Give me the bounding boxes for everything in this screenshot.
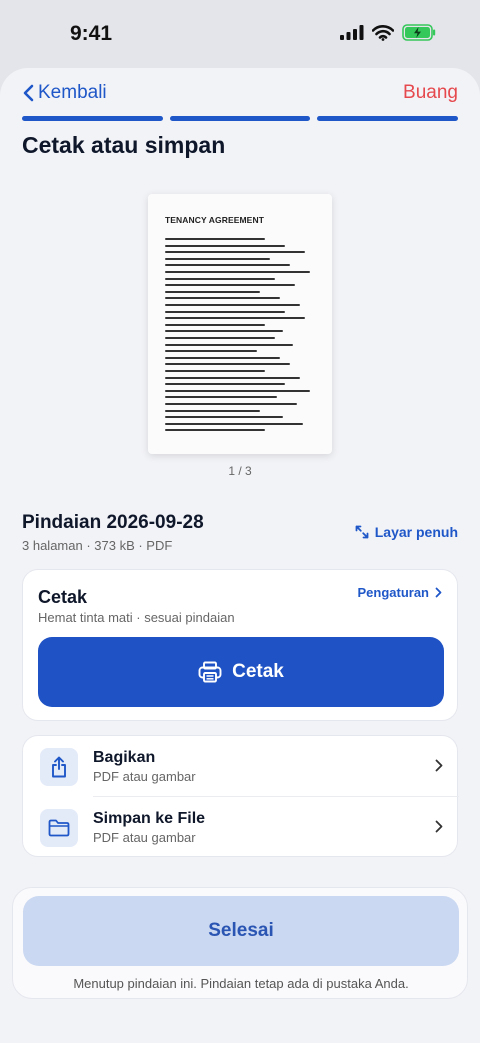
progress-step-2 bbox=[169, 116, 311, 121]
document-text-line bbox=[165, 422, 303, 425]
print-card-subtitle: Hemat tinta mati · sesuai pindaian bbox=[38, 610, 235, 625]
footer-note: Menutup pindaian ini. Pindaian tetap ada… bbox=[73, 976, 409, 991]
cellular-signal-icon bbox=[340, 25, 364, 40]
document-text-line bbox=[165, 337, 275, 339]
document-text-line bbox=[165, 304, 300, 306]
document-text-line bbox=[165, 363, 290, 366]
print-button[interactable]: Cetak bbox=[38, 637, 444, 707]
document-text-line bbox=[165, 257, 270, 260]
status-bar: 9:41 bbox=[0, 0, 480, 70]
document-text-line bbox=[165, 251, 305, 254]
document-text-line bbox=[165, 323, 265, 326]
share-subtitle: PDF atau gambar bbox=[93, 769, 196, 784]
chevron-right-icon bbox=[435, 820, 443, 833]
scan-name: Pindaian 2026-09-28 bbox=[22, 512, 204, 533]
page-counter: 1 / 3 bbox=[228, 464, 252, 478]
share-icon bbox=[52, 756, 66, 778]
save-to-files-subtitle: PDF atau gambar bbox=[93, 830, 196, 845]
fullscreen-label: Layar penuh bbox=[374, 524, 458, 540]
chevron-left-icon bbox=[23, 84, 34, 102]
document-preview[interactable]: TENANCY AGREEMENT bbox=[148, 194, 332, 454]
print-settings-label: Pengaturan bbox=[357, 585, 429, 600]
document-text-line bbox=[165, 409, 260, 412]
document-text-line bbox=[165, 396, 277, 399]
document-text-line bbox=[165, 330, 283, 333]
nav-bar: Kembali Buang bbox=[0, 68, 480, 118]
document-text-line bbox=[165, 310, 285, 313]
document-text-line bbox=[165, 271, 310, 273]
export-actions-card: Bagikan PDF atau gambar Simpan ke File P… bbox=[22, 735, 459, 857]
done-button[interactable]: Selesai bbox=[23, 896, 459, 966]
step-progress bbox=[22, 116, 459, 121]
printer-icon bbox=[198, 661, 222, 683]
back-button-label: Kembali bbox=[38, 82, 107, 103]
chevron-right-icon bbox=[435, 759, 443, 772]
document-text-line bbox=[165, 343, 293, 346]
document-heading: TENANCY AGREEMENT bbox=[165, 215, 264, 225]
document-text-line bbox=[165, 356, 280, 359]
battery-charging-icon bbox=[402, 24, 436, 41]
document-text-line bbox=[165, 284, 295, 287]
back-button[interactable]: Kembali bbox=[22, 82, 107, 104]
save-to-files-title: Simpan ke File bbox=[93, 810, 206, 827]
expand-icon bbox=[355, 525, 369, 539]
print-card-title: Cetak bbox=[38, 587, 88, 607]
discard-button[interactable]: Buang bbox=[403, 82, 458, 104]
document-text-line bbox=[165, 290, 260, 293]
print-card: Cetak Hemat tinta mati · sesuai pindaian… bbox=[22, 569, 458, 721]
document-text-line bbox=[165, 389, 310, 392]
document-text-line bbox=[165, 277, 275, 280]
document-text-line bbox=[165, 317, 305, 320]
print-button-label: Cetak bbox=[232, 661, 284, 682]
folder-icon-badge bbox=[40, 809, 78, 847]
document-text-line bbox=[165, 297, 280, 300]
document-text-line bbox=[165, 403, 297, 405]
share-row[interactable]: Bagikan PDF atau gambar bbox=[23, 736, 459, 797]
document-text-line bbox=[165, 350, 257, 353]
document-text-line bbox=[165, 264, 290, 267]
progress-step-3 bbox=[317, 116, 459, 121]
status-time: 9:41 bbox=[70, 22, 113, 45]
document-text-line bbox=[165, 370, 265, 372]
document-text-line bbox=[165, 376, 300, 379]
scan-meta: 3 halaman · 373 kB · PDF bbox=[22, 538, 173, 553]
document-text-line bbox=[165, 238, 265, 240]
chevron-right-icon bbox=[435, 587, 442, 598]
share-title: Bagikan bbox=[93, 749, 156, 766]
share-icon-badge bbox=[40, 748, 78, 786]
document-text-line bbox=[165, 383, 285, 386]
print-settings-button[interactable]: Pengaturan bbox=[357, 585, 442, 600]
fullscreen-button[interactable]: Layar penuh bbox=[355, 524, 458, 540]
folder-icon bbox=[48, 819, 70, 837]
wifi-icon bbox=[372, 24, 394, 41]
footer-panel: Selesai Menutup pindaian ini. Pindaian t… bbox=[12, 887, 468, 999]
status-icons bbox=[340, 24, 436, 41]
document-text-line bbox=[165, 429, 265, 432]
bottom-sheet: Kembali Buang Cetak atau simpan TENANCY … bbox=[0, 68, 480, 1043]
page-title: Cetak atau simpan bbox=[22, 132, 226, 158]
progress-step-1 bbox=[22, 116, 163, 121]
document-text-line bbox=[165, 244, 285, 247]
document-text-line bbox=[165, 416, 283, 419]
save-to-files-row[interactable]: Simpan ke File PDF atau gambar bbox=[23, 797, 459, 857]
